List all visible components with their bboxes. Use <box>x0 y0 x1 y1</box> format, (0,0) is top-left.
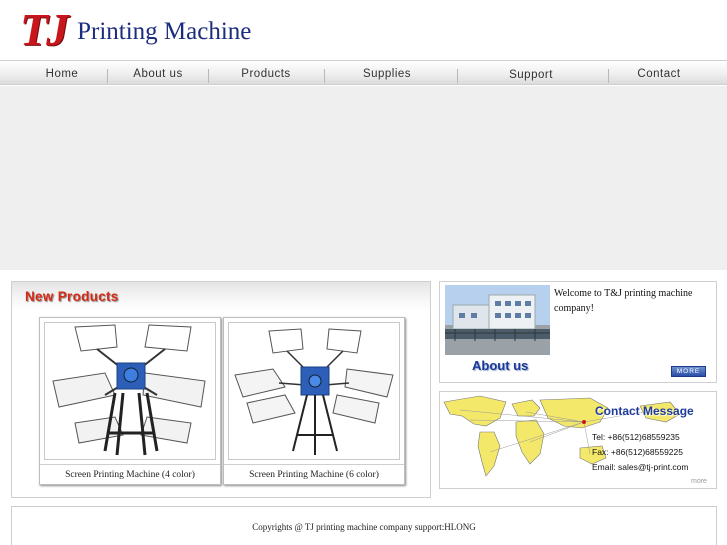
nav-about-us[interactable]: About us <box>110 61 206 86</box>
nav-support[interactable]: Support <box>460 62 602 87</box>
nav-products[interactable]: Products <box>211 61 321 86</box>
about-us-panel: Welcome to T&J printing machine company!… <box>439 281 717 383</box>
nav-supplies[interactable]: Supplies <box>327 61 447 86</box>
product-image[interactable] <box>44 322 216 460</box>
product-card[interactable]: Screen Printing Machine (4 color) <box>39 317 221 485</box>
new-products-panel: New Products Screen Printing Machine (4 … <box>11 281 431 498</box>
footer: Copyrights @ TJ printing machine company… <box>11 506 717 545</box>
main-nav: Home About us Products Supplies Support … <box>0 60 727 85</box>
new-products-header: New Products <box>12 282 430 312</box>
nav-home[interactable]: Home <box>22 61 102 86</box>
banner-area <box>0 86 727 270</box>
about-more-button[interactable]: MORE <box>671 366 706 377</box>
logo-mark: TJ <box>20 4 69 55</box>
product-card[interactable]: Screen Printing Machine (6 color) <box>223 317 405 485</box>
nav-divider <box>208 69 209 83</box>
nav-divider <box>457 69 458 83</box>
nav-divider <box>107 69 108 83</box>
about-us-heading[interactable]: About us <box>472 358 528 373</box>
contact-tel: Tel: +86(512)68559235 <box>592 432 680 442</box>
contact-message-panel: Contact Message Tel: +86(512)68559235 Fa… <box>439 391 717 489</box>
contact-fax: Fax: +86(512)68559225 <box>592 447 683 457</box>
contact-email[interactable]: Email: sales@tj-print.com <box>592 462 688 472</box>
nav-contact[interactable]: Contact <box>611 61 707 86</box>
new-products-title: New Products <box>25 289 119 304</box>
about-welcome-text: Welcome to T&J printing machine company! <box>554 288 693 314</box>
product-caption[interactable]: Screen Printing Machine (4 color) <box>40 464 220 484</box>
company-building-image[interactable] <box>445 285 550 355</box>
nav-divider <box>608 69 609 83</box>
product-image[interactable] <box>228 322 400 460</box>
contact-more-link[interactable]: more <box>691 478 707 485</box>
nav-divider <box>324 69 325 83</box>
contact-message-heading[interactable]: Contact Message <box>595 404 694 418</box>
site-logo[interactable]: TJ Printing Machine <box>20 4 252 55</box>
copyright-text: Copyrights @ TJ printing machine company… <box>252 522 476 532</box>
logo-text: Printing Machine <box>77 18 252 45</box>
product-caption[interactable]: Screen Printing Machine (6 color) <box>224 464 404 484</box>
